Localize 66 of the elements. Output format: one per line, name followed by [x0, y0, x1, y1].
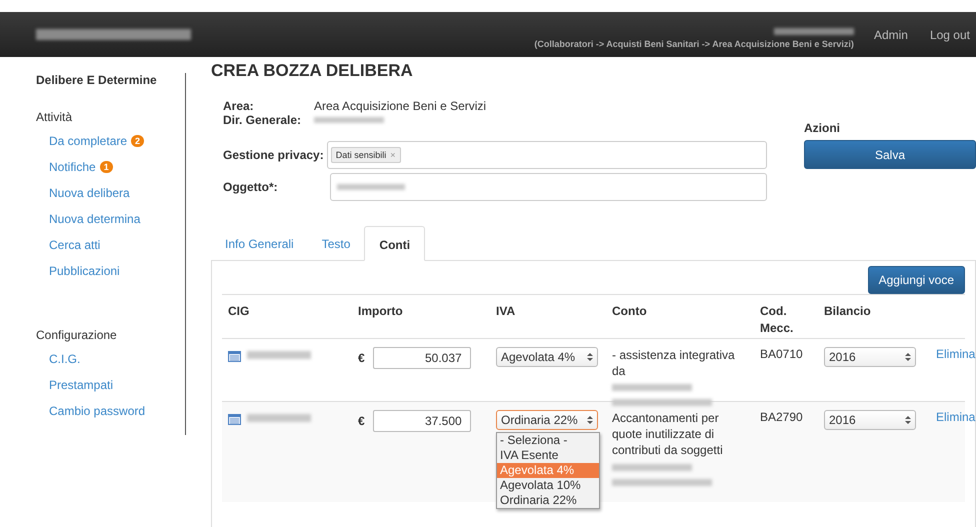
field-label: Dir. Generale:: [223, 113, 302, 127]
blurred-text: [337, 184, 405, 190]
spinner-icon: [905, 352, 911, 362]
amount-field[interactable]: 37.500: [372, 410, 471, 432]
column-header: Bilancio: [824, 303, 872, 320]
field-label: Gestione privacy:: [223, 148, 324, 162]
count-badge: 1: [100, 161, 113, 173]
sidebar-link[interactable]: C.I.G.: [49, 352, 80, 366]
sidebar-link[interactable]: Nuova delibera: [49, 186, 130, 200]
tag-chip: Dati sensibili ×: [330, 147, 401, 163]
sidebar-link[interactable]: Cambio password: [49, 404, 146, 418]
dropdown-option[interactable]: Agevolata 10%: [497, 478, 599, 493]
column-header: IVA: [496, 303, 516, 320]
delete-link[interactable]: Elimina: [936, 347, 976, 406]
dropdown-option[interactable]: IVA Esente: [497, 448, 599, 463]
list-icon[interactable]: [228, 414, 241, 425]
account-code: BA2790: [760, 410, 804, 426]
field-label: Area:: [223, 99, 255, 113]
vat-select[interactable]: Ordinaria 22%: [496, 410, 598, 430]
delete-link[interactable]: Elimina: [936, 410, 976, 502]
currency-symbol: €: [358, 351, 365, 365]
field-value: Area Acquisizione Beni e Servizi: [314, 99, 486, 113]
save-button[interactable]: Salva: [804, 140, 976, 169]
sidebar-link[interactable]: Prestampati: [49, 378, 114, 392]
add-item-button[interactable]: Aggiungi voce: [868, 266, 965, 294]
tab[interactable]: Conti: [364, 226, 426, 261]
tab[interactable]: Info Generali: [211, 226, 308, 260]
blurred-text: [247, 351, 311, 359]
nav-link[interactable]: Log out: [916, 28, 976, 42]
sidebar-link[interactable]: Da completare: [49, 134, 128, 148]
list-icon[interactable]: [228, 351, 241, 362]
blurred-text: [314, 117, 384, 123]
blurred-text: [247, 414, 311, 422]
input-field[interactable]: [330, 173, 767, 201]
column-header: CIG: [228, 303, 250, 320]
nav-link[interactable]: Admin: [854, 28, 916, 42]
breadcrumb: (Collaboratori -> Acquisti Beni Sanitari -> Area Acquisizione Beni e Servizi): [534, 39, 854, 49]
account-description: Accantonamenti per quote inutilizzate di contributi da soggetti: [612, 410, 724, 458]
sidebar-link[interactable]: Nuova determina: [49, 212, 140, 226]
amount-field[interactable]: 50.037: [372, 347, 471, 369]
column-header: Importo: [358, 303, 404, 320]
spinner-icon: [905, 415, 911, 425]
sidebar-link[interactable]: Cerca atti: [49, 238, 100, 252]
page-title: CREA BOZZA DELIBERA: [211, 61, 414, 81]
tag-input-field[interactable]: Dati sensibili ×: [326, 141, 767, 169]
section-title: Configurazione: [36, 328, 118, 342]
count-badge: 2: [131, 135, 144, 147]
year-select[interactable]: 2016: [824, 347, 916, 367]
field-label: Oggetto*:: [223, 180, 279, 194]
section-title: Attività: [36, 110, 74, 124]
currency-symbol: €: [358, 414, 365, 428]
spinner-icon: [587, 415, 593, 425]
actions-title: Azioni: [804, 121, 841, 135]
spinner-icon: [587, 352, 593, 362]
column-header: Cod. Mecc.: [760, 303, 794, 337]
tab[interactable]: Testo: [308, 226, 364, 260]
account-description: - assistenza integrativa da: [612, 347, 736, 379]
sidebar-title: Delibere E Determine: [36, 73, 158, 87]
year-select[interactable]: 2016: [824, 410, 916, 430]
dropdown-option[interactable]: - Seleziona -: [497, 433, 599, 448]
sidebar-link[interactable]: Notifiche: [49, 160, 96, 174]
column-header: Conto: [612, 303, 648, 320]
vat-select[interactable]: Agevolata 4%: [496, 347, 598, 367]
account-code: BA0710: [760, 347, 804, 363]
sidebar-link[interactable]: Pubblicazioni: [49, 264, 120, 278]
dropdown-option[interactable]: Ordinaria 22%: [497, 493, 599, 508]
